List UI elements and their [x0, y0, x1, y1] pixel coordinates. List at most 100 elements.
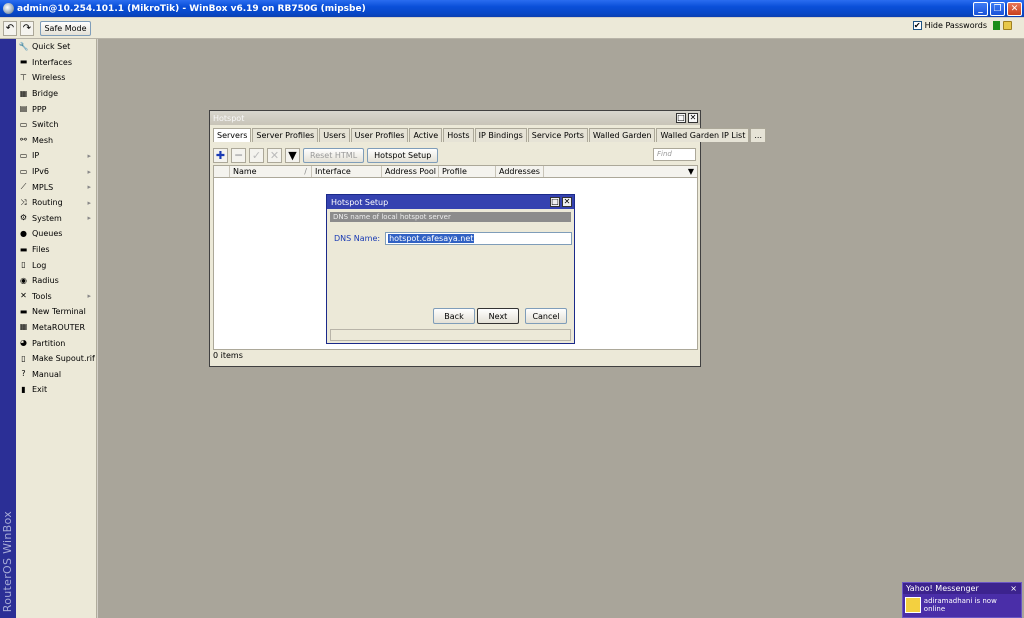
sidebar-item-bridge[interactable]: ▦ Bridge [16, 86, 96, 102]
sidebar-item-icon: ✕ [20, 291, 27, 301]
sidebar-item-wireless[interactable]: ⊤ Wireless [16, 70, 96, 86]
main-toolbar: ↶ ↷ Safe Mode ✔ Hide Passwords [0, 18, 1024, 39]
sidebar-item-system[interactable]: ⚙ System ▸ [16, 211, 96, 227]
back-button[interactable]: Back [433, 308, 475, 324]
filter-icon[interactable]: ▼ [285, 148, 300, 163]
hotspot-maximize-button[interactable]: □ [676, 113, 686, 123]
submenu-arrow-icon: ▸ [87, 198, 91, 207]
sidebar-item-routing[interactable]: ⤨ Routing ▸ [16, 195, 96, 211]
sidebar-item-switch[interactable]: ▭ Switch [16, 117, 96, 133]
add-icon[interactable]: ✚ [213, 148, 228, 163]
tab-walled-garden-ip-list[interactable]: Walled Garden IP List [656, 128, 750, 142]
sidebar-item-ipv6[interactable]: ▭ IPv6 ▸ [16, 164, 96, 180]
tab-service-ports[interactable]: Service Ports [527, 128, 588, 142]
column-profile[interactable]: Profile [439, 166, 496, 177]
sidebar-item-label: IP [32, 151, 40, 161]
messenger-notification[interactable]: Yahoo! Messenger × adiramadhani is now o… [902, 582, 1022, 618]
sidebar-item-label: New Terminal [32, 307, 86, 317]
notification-message: adiramadhani is now online [923, 597, 997, 613]
tab-users[interactable]: Users [319, 128, 350, 142]
enable-icon[interactable]: ✓ [249, 148, 264, 163]
sidebar-menu: 🔧 Quick Set ▬ Interfaces ⊤ Wireless ▦ Bridge ▤ PP… [16, 39, 97, 618]
sidebar-item-mpls[interactable]: ⟋ MPLS ▸ [16, 179, 96, 195]
tab-server-profiles[interactable]: Server Profiles [252, 128, 319, 142]
sidebar-item-quick-set[interactable]: 🔧 Quick Set [16, 39, 96, 55]
sidebar-item-partition[interactable]: ◕ Partition [16, 335, 96, 351]
sidebar-item-manual[interactable]: ? Manual [16, 366, 96, 382]
sidebar-item-queues[interactable]: ● Queues [16, 226, 96, 242]
dialog-close-button[interactable]: ✕ [562, 197, 572, 207]
hotspot-setup-dialog: Hotspot Setup □ ✕ DNS name of local hots… [326, 194, 575, 344]
hide-passwords-checkbox[interactable]: ✔ [912, 21, 922, 30]
undo-button[interactable]: ↶ [3, 20, 17, 36]
tab-hosts[interactable]: Hosts [443, 128, 474, 142]
sidebar-item-exit[interactable]: ▮ Exit [16, 382, 96, 398]
sidebar-item-metarouter[interactable]: ▦ MetaROUTER [16, 320, 96, 336]
notification-close-icon[interactable]: × [1010, 584, 1017, 593]
sidebar-item-tools[interactable]: ✕ Tools ▸ [16, 289, 96, 305]
sidebar-item-mesh[interactable]: ⚯ Mesh [16, 133, 96, 149]
hotspot-title: Hotspot [213, 113, 245, 123]
cancel-button[interactable]: Cancel [525, 308, 567, 324]
submenu-arrow-icon: ▸ [87, 167, 91, 176]
column-interface[interactable]: Interface [312, 166, 382, 177]
hotspot-setup-button[interactable]: Hotspot Setup [367, 148, 439, 163]
minimize-button[interactable]: _ [973, 1, 988, 16]
hotspot-toolbar: ✚ ━ ✓ ✕ ▼ Reset HTML Hotspot Setup [213, 146, 700, 165]
columns-dropdown-icon[interactable]: ▼ [544, 166, 697, 177]
sidebar-item-make-supout-rif[interactable]: ▯ Make Supout.rif [16, 351, 96, 367]
sidebar-item-icon: ▭ [19, 119, 28, 129]
sidebar-item-icon: ▭ [19, 150, 28, 160]
sidebar-item-label: Make Supout.rif [32, 354, 95, 364]
disable-icon[interactable]: ✕ [267, 148, 282, 163]
sidebar-item-label: Mesh [32, 135, 54, 145]
tab-ip-bindings[interactable]: IP Bindings [474, 128, 527, 142]
tab-user-profiles[interactable]: User Profiles [350, 128, 409, 142]
hide-passwords-toggle[interactable]: ✔ Hide Passwords [912, 21, 1012, 30]
next-button[interactable]: Next [477, 308, 519, 324]
tab-walled-garden[interactable]: Walled Garden [588, 128, 656, 142]
find-input[interactable]: Find [653, 148, 696, 161]
tab-servers[interactable]: Servers [213, 128, 252, 142]
remove-icon[interactable]: ━ [231, 148, 246, 163]
connection-status-icon [993, 21, 1000, 30]
sidebar-item-log[interactable]: ▯ Log [16, 257, 96, 273]
column-name[interactable]: Name / [230, 166, 312, 177]
close-button[interactable]: ✕ [1007, 1, 1022, 16]
dialog-subtitle: DNS name of local hotspot server [330, 212, 571, 222]
sidebar-item-icon: ▬ [19, 57, 28, 67]
brand-bar: RouterOS WinBox [0, 39, 16, 618]
sidebar-item-icon: ▤ [19, 104, 28, 114]
maximize-button[interactable]: ❐ [990, 1, 1005, 16]
sidebar-item-radius[interactable]: ◉ Radius [16, 273, 96, 289]
redo-button[interactable]: ↷ [20, 20, 34, 36]
sidebar-item-label: Wireless [32, 73, 66, 83]
table-header: Name / Interface Address Pool Profile Ad… [214, 166, 697, 178]
sidebar-item-label: Partition [32, 338, 66, 348]
sidebar-item-files[interactable]: ▬ Files [16, 242, 96, 258]
tab-active[interactable]: Active [409, 128, 443, 142]
status-count: 0 items [213, 351, 243, 360]
column-addresses[interactable]: Addresses ... [496, 166, 544, 177]
submenu-arrow-icon: ▸ [87, 292, 91, 301]
dns-name-input[interactable]: hotspot.cafesaya.net [385, 232, 573, 245]
dialog-maximize-button[interactable]: □ [550, 197, 560, 207]
sidebar-item-label: IPv6 [32, 167, 50, 177]
sidebar-item-label: MetaROUTER [32, 322, 86, 332]
tab-more[interactable]: ... [750, 128, 766, 142]
hotspot-close-button[interactable]: ✕ [688, 113, 698, 123]
safe-mode-button[interactable]: Safe Mode [40, 20, 91, 36]
reset-html-button[interactable]: Reset HTML [303, 148, 365, 163]
sidebar-item-interfaces[interactable]: ▬ Interfaces [16, 55, 96, 71]
sidebar-item-icon: ▯ [21, 353, 26, 363]
submenu-arrow-icon: ▸ [87, 214, 91, 223]
avatar [905, 597, 921, 613]
sidebar-item-ip[interactable]: ▭ IP ▸ [16, 148, 96, 164]
dns-name-label: DNS Name: [334, 234, 381, 243]
sidebar-item-ppp[interactable]: ▤ PPP [16, 101, 96, 117]
column-address-pool[interactable]: Address Pool [382, 166, 439, 177]
submenu-arrow-icon: ▸ [87, 183, 91, 192]
sidebar-item-new-terminal[interactable]: ▬ New Terminal [16, 304, 96, 320]
notification-body: adiramadhani is now online [903, 594, 1021, 616]
brand-label: RouterOS WinBox [1, 510, 14, 612]
